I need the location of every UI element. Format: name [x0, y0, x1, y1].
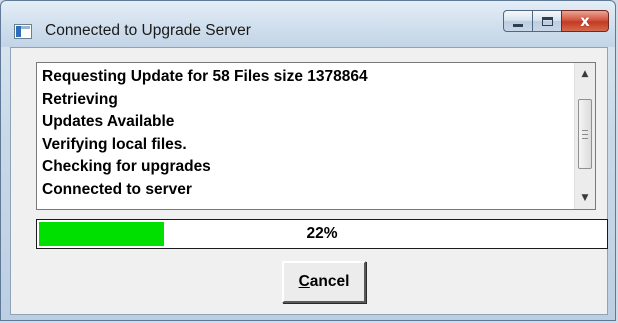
status-log-listbox[interactable]: Requesting Update for 58 Files size 1378… [36, 62, 596, 210]
maximize-icon [541, 16, 553, 26]
scroll-thumb[interactable] [578, 99, 592, 169]
close-icon: x [580, 11, 590, 30]
log-line: Requesting Update for 58 Files size 1378… [42, 68, 368, 85]
log-line: Retrieving [42, 90, 118, 108]
log-line: Verifying local files. [42, 135, 187, 153]
status-log-lines: Requesting Update for 58 Files size 1378… [42, 66, 569, 201]
scroll-down-arrow-icon[interactable]: ▼ [575, 189, 595, 207]
log-line: Checking for upgrades [42, 158, 211, 175]
cancel-mnemonic: C [298, 273, 310, 290]
close-button[interactable]: x [561, 10, 609, 32]
scroll-up-arrow-icon[interactable]: ▲ [575, 65, 595, 83]
cancel-button[interactable]: Cancel [282, 261, 366, 303]
grip-icon [582, 129, 588, 139]
progress-percent-label: 22% [306, 225, 338, 242]
window-title: Connected to Upgrade Server [45, 22, 251, 39]
upgrade-progress-bar: 22% [36, 219, 608, 249]
log-line: Connected to server [42, 180, 192, 198]
upgrade-dialog-window: Connected to Upgrade Server x Requesting… [0, 0, 616, 321]
log-scrollbar[interactable]: ▲ ▼ [574, 63, 595, 209]
title-bar[interactable]: Connected to Upgrade Server x [1, 1, 615, 47]
caption-buttons: x [503, 10, 609, 34]
minimize-button[interactable] [503, 10, 533, 32]
minimize-icon [513, 23, 523, 27]
log-line: Updates Available [42, 113, 175, 130]
app-window-icon[interactable] [14, 24, 32, 39]
maximize-button[interactable] [532, 10, 562, 32]
cancel-label: ancel [309, 273, 350, 290]
dialog-client-area: Requesting Update for 58 Files size 1378… [10, 47, 608, 315]
